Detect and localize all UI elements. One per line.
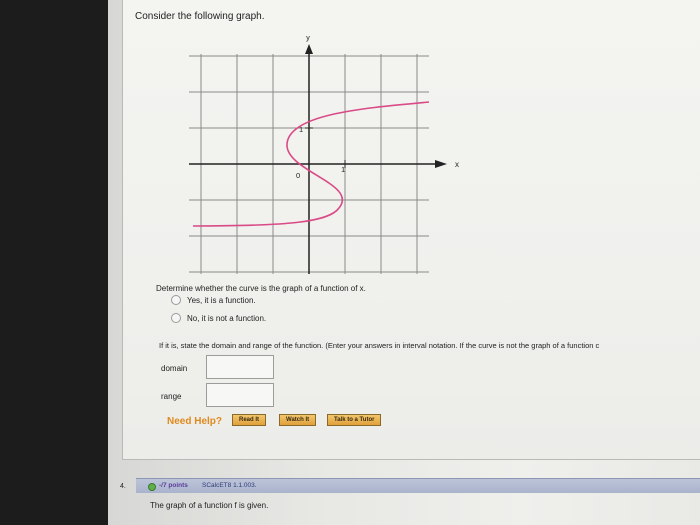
x-axis-label: x [455,160,459,169]
watch-it-button[interactable]: Watch It [279,414,317,426]
radio-no[interactable] [171,313,181,323]
question-panel: Consider the following graph. y x 0 1 1 … [122,0,700,460]
determine-text: Determine whether the curve is the graph… [156,284,366,293]
need-help-label: Need Help? [167,416,223,427]
domain-input[interactable] [206,355,274,379]
option-no-label: No, it is not a function. [187,313,267,323]
x-tick-label: 1 [341,165,345,174]
question-prompt: Consider the following graph. [135,11,265,22]
range-input[interactable] [206,383,274,407]
domain-label: domain [161,364,188,373]
option-no[interactable]: No, it is not a function. [171,313,266,323]
next-question-points: -/7 points [159,482,188,489]
status-icon [148,483,156,491]
y-axis-arrow [305,44,313,54]
talk-to-tutor-button[interactable]: Talk to a Tutor [327,414,382,426]
radio-yes[interactable] [171,295,181,305]
next-question-number: 4. [120,483,126,490]
range-label: range [161,392,182,401]
function-graph: y x 0 1 1 [189,36,459,274]
option-yes[interactable]: Yes, it is a function. [171,295,256,305]
read-it-button[interactable]: Read It [232,414,267,426]
option-yes-label: Yes, it is a function. [187,295,256,305]
screen: Consider the following graph. y x 0 1 1 … [108,0,700,525]
x-axis-arrow [435,160,447,168]
next-question-text: The graph of a function f is given. [150,501,269,510]
next-question-source[interactable]: SCalcET8 1.1.003. [202,482,257,489]
origin-label: 0 [296,171,300,180]
instructions: If it is, state the domain and range of … [159,341,600,350]
y-axis-label: y [306,36,310,42]
